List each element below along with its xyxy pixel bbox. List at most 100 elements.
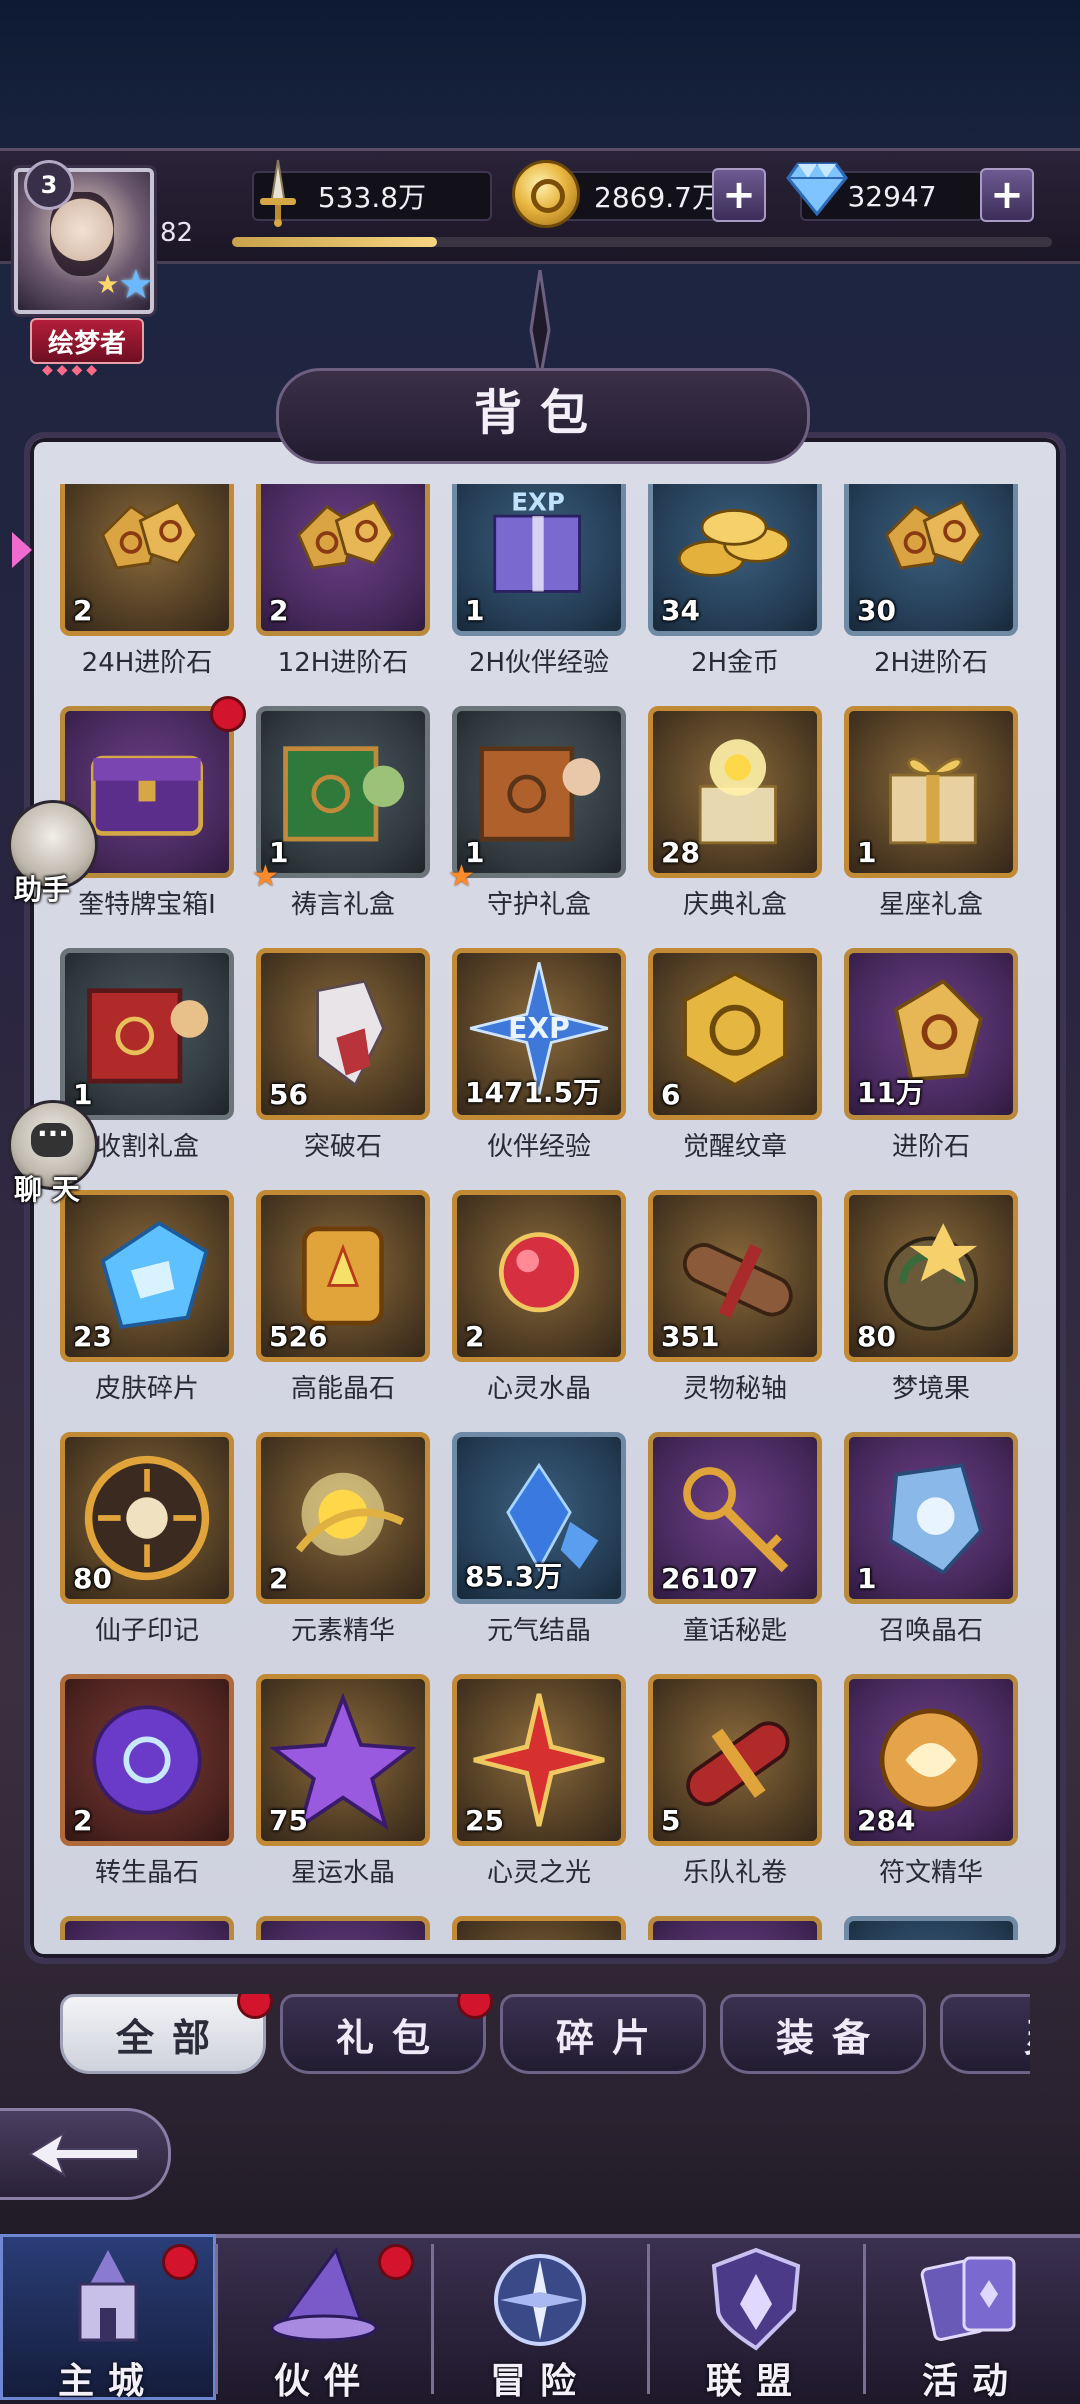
- item-count: 526: [269, 1320, 328, 1353]
- tab-5[interactable]: 灵: [940, 1994, 1030, 2074]
- item-tile[interactable]: 284: [844, 1674, 1018, 1846]
- item-tile[interactable]: 1: [256, 706, 430, 878]
- item-grid: 2 24H进阶石 2 12H进阶石 EXP 1 2H伙伴经验 34 2H金币 30 2H进阶石 奎特牌…: [60, 484, 1018, 1940]
- inventory-item[interactable]: [256, 1916, 430, 1940]
- item-tile[interactable]: EXP 1471.5万: [452, 948, 626, 1120]
- inventory-item[interactable]: 1 星座礼盒: [844, 706, 1018, 920]
- item-tile[interactable]: 56: [256, 948, 430, 1120]
- inventory-item[interactable]: 2 心灵水晶: [452, 1190, 626, 1404]
- item-tile[interactable]: 11万: [844, 948, 1018, 1120]
- inventory-item[interactable]: 28 庆典礼盒: [648, 706, 822, 920]
- item-tile[interactable]: 2: [256, 484, 430, 636]
- inventory-item[interactable]: [648, 1916, 822, 1940]
- item-tile[interactable]: 5: [648, 1674, 822, 1846]
- nav-item-3[interactable]: 冒险: [432, 2234, 648, 2402]
- chat-icon: [31, 1117, 73, 1157]
- nav-item-4[interactable]: 联盟: [648, 2234, 864, 2402]
- item-tile[interactable]: 2: [256, 1432, 430, 1604]
- inventory-item[interactable]: 85.3万 元气结晶: [452, 1432, 626, 1646]
- item-tile[interactable]: 28: [648, 706, 822, 878]
- tab-label: 装备: [775, 2015, 888, 2060]
- inventory-item[interactable]: 11万 进阶石: [844, 948, 1018, 1162]
- inventory-item[interactable]: 2 转生晶石: [60, 1674, 234, 1888]
- item-tile[interactable]: [256, 1916, 430, 1940]
- item-tile[interactable]: 526: [256, 1190, 430, 1362]
- item-tile[interactable]: 75: [256, 1674, 430, 1846]
- add-gem-button[interactable]: +: [980, 168, 1034, 222]
- item-tile[interactable]: 2: [60, 1674, 234, 1846]
- inventory-item[interactable]: EXP 1 2H伙伴经验: [452, 484, 626, 678]
- inventory-item[interactable]: 1 召唤晶石: [844, 1432, 1018, 1646]
- inventory-item[interactable]: [60, 1916, 234, 1940]
- star-rank-icon: ★: [118, 262, 154, 308]
- item-name: 元素精华: [290, 1616, 395, 1646]
- inventory-item[interactable]: 1 守护礼盒 ★: [448, 706, 626, 920]
- inventory-item[interactable]: 56 突破石: [256, 948, 430, 1162]
- inventory-item[interactable]: 34 2H金币: [648, 484, 822, 678]
- item-tile[interactable]: 2: [60, 484, 234, 636]
- inventory-item[interactable]: 5 乐队礼卷: [648, 1674, 822, 1888]
- back-arrow-icon: [28, 2130, 139, 2178]
- item-name: 符文精华: [878, 1858, 983, 1888]
- item-name: 24H进阶石: [81, 648, 213, 678]
- inventory-item[interactable]: 75 星运水晶: [256, 1674, 430, 1888]
- expand-arrow-icon[interactable]: [12, 532, 32, 568]
- inventory-item[interactable]: 80 仙子印记: [60, 1432, 234, 1646]
- item-grid-viewport[interactable]: 2 24H进阶石 2 12H进阶石 EXP 1 2H伙伴经验 34 2H金币 30 2H进阶石 奎特牌…: [60, 484, 1026, 1940]
- tab-2[interactable]: 礼包: [280, 1994, 493, 2074]
- tab-3[interactable]: 碎片: [500, 1994, 706, 2074]
- item-tile[interactable]: [60, 1916, 234, 1940]
- add-gold-button[interactable]: +: [712, 168, 766, 222]
- panel-title: 背包: [473, 385, 606, 441]
- tab-4[interactable]: 装备: [720, 1994, 926, 2074]
- item-tile[interactable]: 1: [844, 1432, 1018, 1604]
- item-tile[interactable]: 1: [60, 948, 234, 1120]
- inventory-item[interactable]: 2 元素精华: [256, 1432, 430, 1646]
- nav-item-1[interactable]: 主城: [0, 2234, 216, 2402]
- item-tile[interactable]: [648, 1916, 822, 1940]
- tab-label: 全部: [115, 2015, 228, 2060]
- inventory-item[interactable]: 26107 童话秘匙: [648, 1432, 822, 1646]
- inventory-item[interactable]: [844, 1916, 1018, 1940]
- item-tile[interactable]: 1: [452, 706, 626, 878]
- diamond-icon: [786, 162, 848, 216]
- item-tile[interactable]: 80: [60, 1432, 234, 1604]
- item-tile[interactable]: 26107: [648, 1432, 822, 1604]
- inventory-item[interactable]: [452, 1916, 626, 1940]
- item-tile[interactable]: EXP 1: [452, 484, 626, 636]
- castle-icon: [78, 2250, 138, 2342]
- inventory-item[interactable]: 526 高能晶石: [256, 1190, 430, 1404]
- item-tile[interactable]: 1: [844, 706, 1018, 878]
- item-tile[interactable]: 30: [844, 484, 1018, 636]
- inventory-item[interactable]: 351 灵物秘轴: [648, 1190, 822, 1404]
- item-tile[interactable]: [452, 1916, 626, 1940]
- item-tile[interactable]: 25: [452, 1674, 626, 1846]
- inventory-item[interactable]: 23 皮肤碎片: [60, 1190, 234, 1404]
- inventory-item[interactable]: 6 觉醒纹章: [648, 948, 822, 1162]
- item-name: 皮肤碎片: [94, 1374, 199, 1404]
- back-button[interactable]: [0, 2108, 171, 2200]
- inventory-item[interactable]: EXP 1471.5万 伙伴经验: [452, 948, 626, 1162]
- item-tile[interactable]: 2: [452, 1190, 626, 1362]
- item-tile[interactable]: [844, 1916, 1018, 1940]
- inventory-item[interactable]: 2 12H进阶石: [256, 484, 430, 678]
- inventory-item[interactable]: 80 梦境果: [844, 1190, 1018, 1404]
- item-tile[interactable]: 34: [648, 484, 822, 636]
- inventory-item[interactable]: 30 2H进阶石: [844, 484, 1018, 678]
- inventory-item[interactable]: 1 祷言礼盒 ★: [252, 706, 430, 920]
- item-tile[interactable]: 80: [844, 1190, 1018, 1362]
- inventory-item[interactable]: 25 心灵之光: [452, 1674, 626, 1888]
- item-tile[interactable]: 85.3万: [452, 1432, 626, 1604]
- item-name: 12H进阶石: [277, 648, 409, 678]
- inventory-item[interactable]: 284 符文精华: [844, 1674, 1018, 1888]
- item-tile[interactable]: 351: [648, 1190, 822, 1362]
- item-tile[interactable]: 6: [648, 948, 822, 1120]
- tab-1[interactable]: 全部: [60, 1994, 273, 2074]
- nav-label: 活动: [921, 2361, 1022, 2402]
- inventory-item[interactable]: 1收割礼盒★: [60, 948, 234, 1162]
- item-tile[interactable]: 23: [60, 1190, 234, 1362]
- item-count: 2: [269, 1562, 289, 1595]
- nav-item-5[interactable]: 活动: [864, 2234, 1080, 2402]
- inventory-item[interactable]: 2 24H进阶石: [60, 484, 234, 678]
- nav-item-2[interactable]: 伙伴: [216, 2234, 432, 2402]
